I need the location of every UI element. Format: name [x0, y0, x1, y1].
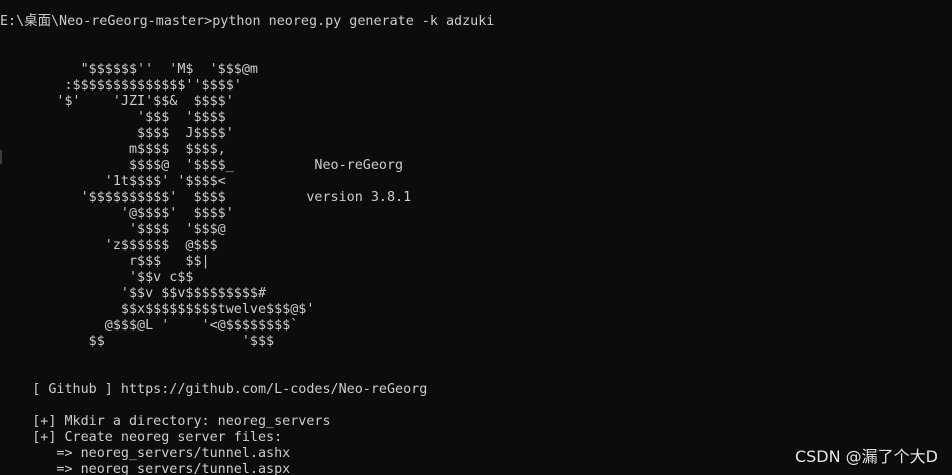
banner-line: $$ '$$$: [0, 334, 275, 349]
banner-line-version: '$$$$$$$$$$' $$$$ version 3.8.1: [0, 190, 412, 205]
banner-line: :$$$$$$$$$$$$$$''$$$$': [0, 78, 242, 93]
command-line: E:\桌面\Neo-reGeorg-master>python neoreg.p…: [0, 14, 495, 29]
text-cursor: [0, 150, 2, 164]
output-line: => neoreg_servers/tunnel.aspx: [0, 462, 291, 475]
banner-line: r$$$ $$|: [0, 254, 210, 269]
banner-line-title: $$$$@ '$$$$_ Neo-reGeorg: [0, 158, 404, 173]
banner-line: $$$$ J$$$$': [0, 126, 234, 141]
banner-line: '@$$$$' $$$$': [0, 206, 234, 221]
banner-line: '$$$$ '$$$@: [0, 222, 226, 237]
banner-line: '$$v $$v$$$$$$$$$#: [0, 286, 267, 301]
terminal-window[interactable]: E:\桌面\Neo-reGeorg-master>python neoreg.p…: [0, 0, 952, 475]
banner-line: '$$v c$$: [0, 270, 194, 285]
output-line: => neoreg_servers/tunnel.ashx: [0, 446, 291, 461]
banner-line: 'z$$$$$$ @$$$: [0, 238, 218, 253]
banner-line: '$$$ '$$$$: [0, 110, 226, 125]
banner-line: '$' 'JZI'$$& $$$$': [0, 94, 234, 109]
output-line: [+] Mkdir a directory: neoreg_servers: [0, 414, 331, 429]
banner-line: m$$$$ $$$$,: [0, 142, 226, 157]
banner-line: $$x$$$$$$$$$twelve$$$@$': [0, 302, 315, 317]
banner-line: "$$$$$$'' 'M$ '$$$@m: [0, 62, 258, 77]
github-link-line: [ Github ] https://github.com/L-codes/Ne…: [0, 382, 428, 397]
output-line: [+] Create neoreg server files:: [0, 430, 283, 445]
banner-line: '1t$$$$' '$$$$<: [0, 174, 226, 189]
csdn-watermark: CSDN @漏了个大D: [794, 447, 938, 466]
banner-line: @$$$@L ' '<@$$$$$$$$`: [0, 318, 299, 333]
